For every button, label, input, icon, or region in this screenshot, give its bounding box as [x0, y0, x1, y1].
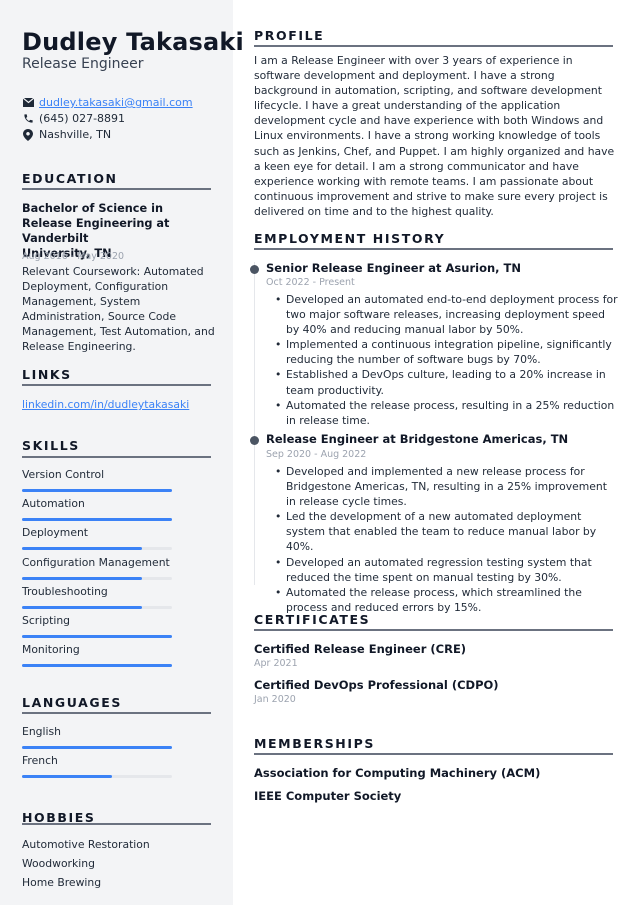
languages-heading: LANGUAGES [22, 695, 123, 710]
language-label: French [22, 754, 58, 768]
job-bullet: Led the development of a new automated d… [275, 509, 618, 554]
language-level-fill [22, 746, 172, 749]
hobbies-divider [22, 823, 211, 825]
skill-level-bar [22, 664, 172, 668]
job-bullet: Automated the release process, which str… [275, 585, 618, 615]
certificate-name: Certified DevOps Professional (CDPO) [254, 678, 499, 692]
certificate-date: Apr 2021 [254, 658, 298, 669]
degree-line: Release Engineering at Vanderbilt [22, 217, 170, 245]
linkedin-link[interactable]: linkedin.com/in/dudleytakasaki [22, 398, 189, 411]
skill-label: Automation [22, 497, 85, 511]
hobby-item: Automotive Restoration [22, 838, 150, 851]
skill-level-fill [22, 518, 172, 522]
language-level-bar [22, 746, 172, 749]
skill-level-fill [22, 576, 142, 580]
education-heading: EDUCATION [22, 171, 118, 186]
skill-item: Automation [22, 497, 172, 522]
membership-item: Association for Computing Machinery (ACM… [254, 766, 541, 780]
degree-line: Bachelor of Science in [22, 202, 163, 215]
skills-heading: SKILLS [22, 438, 80, 453]
certificate-date: Jan 2020 [254, 694, 296, 705]
employment-divider [254, 248, 613, 250]
timeline-dot [250, 436, 259, 445]
candidate-role: Release Engineer [22, 56, 144, 72]
hobbies-list: Automotive Restoration Woodworking Home … [22, 835, 217, 893]
skills-divider [22, 456, 211, 458]
profile-summary: I am a Release Engineer with over 3 year… [254, 54, 615, 218]
skill-level-fill [22, 489, 172, 492]
memberships-divider [254, 753, 613, 755]
links-heading: LINKS [22, 367, 72, 382]
skill-level-bar [22, 489, 172, 492]
profile-divider [254, 45, 613, 47]
education-divider [22, 188, 211, 190]
location-pin-icon [22, 128, 34, 141]
skill-item: Troubleshooting [22, 584, 172, 609]
timeline-line [254, 262, 255, 585]
certificate-name: Certified Release Engineer (CRE) [254, 642, 467, 656]
contact-email: dudley.takasaki@gmail.com [22, 96, 193, 109]
job-bullets: Developed and implemented a new release … [275, 464, 618, 615]
skill-level-bar [22, 635, 172, 638]
language-level-fill [22, 775, 112, 779]
education-dates: Aug 2016 - May 2020 [22, 251, 125, 262]
skill-label: Troubleshooting [22, 584, 108, 598]
skill-label: Version Control [22, 468, 105, 481]
skill-label: Scripting [22, 614, 71, 627]
job-title: Release Engineer at Bridgestone Americas… [266, 432, 569, 446]
skill-item: Version Control [22, 468, 172, 492]
skill-level-bar [22, 576, 172, 580]
skill-label: Monitoring [22, 643, 80, 657]
skill-level-fill [22, 547, 142, 551]
email-link[interactable]: dudley.takasaki@gmail.com [39, 96, 193, 109]
links-list: linkedin.com/in/dudleytakasaki [22, 397, 217, 412]
languages-divider [22, 712, 211, 714]
skill-level-bar [22, 547, 172, 551]
job-dates: Sep 2020 - Aug 2022 [266, 449, 367, 460]
links-divider [22, 384, 211, 386]
skill-item: Scripting [22, 614, 172, 638]
job-title: Senior Release Engineer at Asurion, TN [266, 261, 522, 275]
certificates-heading: CERTIFICATES [254, 612, 371, 627]
contact-location: Nashville, TN [22, 128, 111, 141]
membership-item: IEEE Computer Society [254, 789, 402, 803]
skill-level-fill [22, 664, 172, 668]
skill-item: Monitoring [22, 643, 172, 668]
job-bullets: Developed an automated end-to-end deploy… [275, 292, 618, 428]
job-dates: Oct 2022 - Present [266, 277, 355, 288]
skill-level-bar [22, 518, 172, 522]
education-coursework: Relevant Coursework: Automated Deploymen… [22, 265, 215, 353]
certificates-divider [254, 629, 613, 631]
language-label: English [22, 725, 61, 738]
skill-label: Deployment [22, 526, 89, 540]
contact-phone: (645) 027-8891 [22, 112, 125, 125]
employment-heading: EMPLOYMENT HISTORY [254, 231, 446, 246]
location-text: Nashville, TN [39, 128, 112, 141]
language-item: English [22, 725, 172, 749]
hobby-item: Home Brewing [22, 876, 102, 890]
job-bullet: Established a DevOps culture, leading to… [275, 367, 618, 397]
skill-level-bar [22, 605, 172, 609]
job-bullet: Automated the release process, resulting… [275, 398, 618, 428]
language-level-bar [22, 775, 172, 779]
candidate-name: Dudley Takasaki [22, 28, 244, 56]
job-bullet: Developed and implemented a new release … [275, 464, 618, 509]
profile-heading: PROFILE [254, 28, 325, 43]
language-item: French [22, 754, 172, 779]
skill-item: Deployment [22, 526, 172, 551]
job-bullet: Implemented a continuous integration pip… [275, 337, 618, 367]
skill-level-fill [22, 605, 142, 609]
job-bullet: Developed an automated regression testin… [275, 555, 618, 585]
skill-label: Configuration Management [22, 555, 170, 569]
skill-level-fill [22, 635, 172, 638]
hobby-item: Woodworking [22, 857, 95, 871]
phone-number: (645) 027-8891 [39, 112, 126, 125]
job-bullet: Developed an automated end-to-end deploy… [275, 292, 618, 337]
memberships-heading: MEMBERSHIPS [254, 736, 375, 751]
timeline-dot [250, 265, 259, 274]
skill-item: Configuration Management [22, 555, 172, 580]
envelope-icon [22, 97, 34, 109]
phone-icon [22, 113, 34, 125]
